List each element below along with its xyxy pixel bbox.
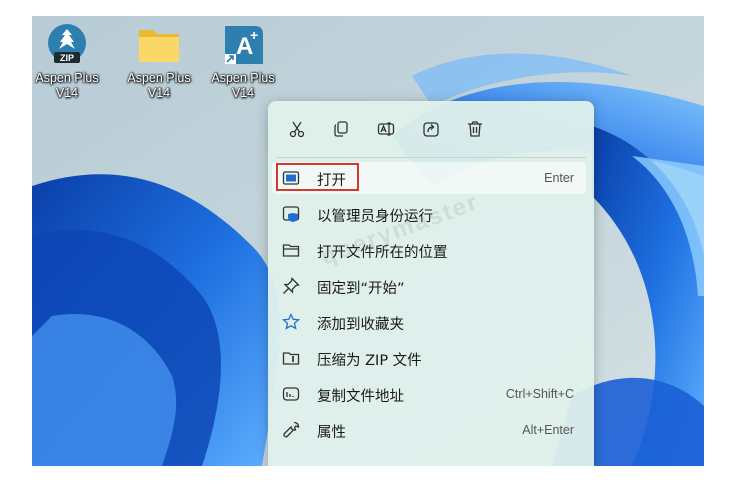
rename-button[interactable]	[371, 115, 401, 143]
wrench-icon	[283, 421, 300, 438]
label-line2: V14	[231, 86, 255, 100]
desktop-icon-label: Aspen Plus V14	[116, 71, 202, 101]
open-window-icon	[282, 171, 300, 185]
menu-item-label: 压缩为 ZIP 文件	[317, 353, 422, 369]
label-line1: Aspen Plus	[127, 71, 191, 85]
folder-icon	[137, 22, 181, 66]
copy-path-icon	[282, 387, 300, 401]
menu-item-label: 打开文件所在的位置	[317, 245, 448, 261]
rename-icon	[377, 122, 395, 136]
menu-item-pin-to-start[interactable]: 固定到“开始”	[272, 270, 586, 302]
menu-item-label: 以管理员身份运行	[317, 209, 433, 225]
context-menu: 打开 Enter 以管理员身份运行 打开文件所在的位置 固定到“开始” 添加到收…	[268, 101, 594, 466]
menu-item-open-file-location[interactable]: 打开文件所在的位置	[272, 234, 586, 266]
desktop-icon-label: Aspen Plus V14	[200, 71, 286, 101]
desktop-icon-aspen-app[interactable]: A + Aspen Plus V14	[200, 22, 286, 101]
context-menu-toolbar	[268, 101, 594, 157]
menu-item-run-as-admin[interactable]: 以管理员身份运行	[272, 198, 586, 230]
pin-icon	[283, 277, 300, 294]
label-line2: V14	[147, 86, 171, 100]
menu-item-shortcut: Alt+Enter	[522, 423, 574, 437]
menu-item-shortcut: Enter	[544, 171, 574, 185]
star-icon	[282, 313, 300, 330]
copy-icon	[334, 121, 348, 137]
zip-compress-icon	[282, 352, 300, 365]
menu-separator	[276, 157, 586, 158]
desktop-icon-aspen-zip[interactable]: ZIP Aspen Plus V14	[32, 22, 110, 101]
admin-shield-icon	[282, 206, 300, 222]
label-line1: Aspen Plus	[35, 71, 99, 85]
svg-text:+: +	[250, 27, 258, 43]
menu-item-copy-as-path[interactable]: 复制文件地址 Ctrl+Shift+C	[272, 378, 586, 410]
menu-item-label: 复制文件地址	[317, 389, 404, 405]
desktop-icon-aspen-folder[interactable]: Aspen Plus V14	[116, 22, 202, 101]
share-button[interactable]	[416, 115, 446, 143]
menu-item-shortcut: Ctrl+Shift+C	[505, 387, 574, 401]
menu-item-add-to-favorites[interactable]: 添加到收藏夹	[272, 306, 586, 338]
cut-button[interactable]	[282, 115, 312, 143]
label-line1: Aspen Plus	[211, 71, 275, 85]
delete-icon	[468, 121, 482, 137]
share-icon	[423, 122, 439, 137]
menu-item-compress-zip[interactable]: 压缩为 ZIP 文件	[272, 342, 586, 374]
desktop: ZIP Aspen Plus V14 Aspen Plus V14 A + As…	[32, 16, 704, 466]
desktop-icon-label: Aspen Plus V14	[32, 71, 110, 101]
menu-item-label: 属性	[317, 425, 346, 441]
menu-item-label: 打开	[317, 173, 346, 189]
delete-button[interactable]	[460, 115, 490, 143]
label-line2: V14	[55, 86, 79, 100]
svg-text:ZIP: ZIP	[60, 53, 74, 63]
menu-item-label: 添加到收藏夹	[317, 317, 404, 333]
menu-item-label: 固定到“开始”	[317, 281, 405, 297]
folder-outline-icon	[282, 244, 300, 257]
copy-button[interactable]	[326, 115, 356, 143]
menu-item-open[interactable]: 打开 Enter	[272, 162, 586, 194]
aspen-plus-app-icon: A +	[221, 22, 265, 66]
cut-icon	[289, 121, 305, 138]
menu-item-properties[interactable]: 属性 Alt+Enter	[272, 414, 586, 446]
zip-archive-icon: ZIP	[45, 22, 89, 66]
